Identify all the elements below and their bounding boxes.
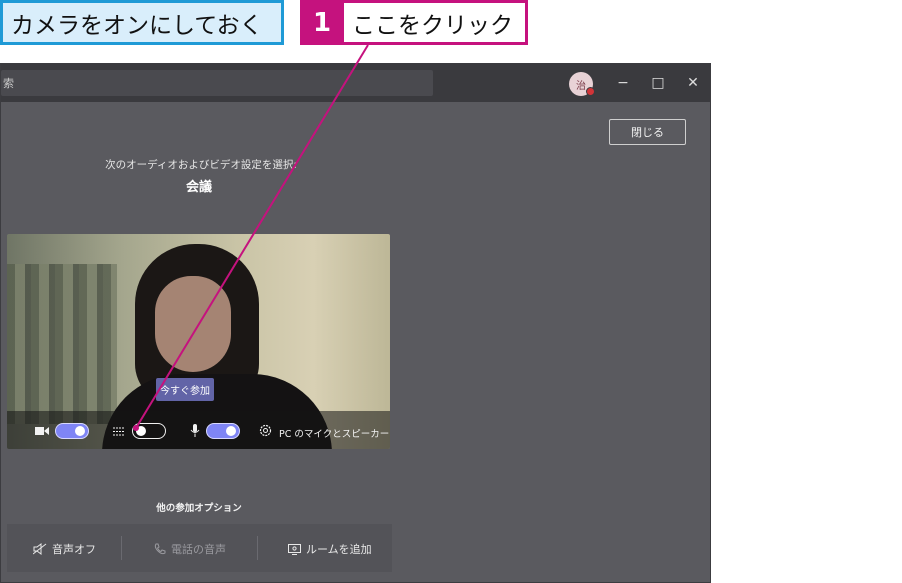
options-divider — [257, 536, 258, 560]
search-placeholder: 索 — [3, 77, 14, 90]
minimize-icon: − — [617, 75, 629, 91]
person-face — [155, 276, 231, 372]
video-preview — [7, 234, 390, 449]
speaker-off-icon — [33, 543, 47, 555]
instruction-callout: カメラをオンにしておく — [0, 0, 284, 45]
status-badge — [586, 87, 595, 96]
step-text: ここをクリック — [352, 12, 513, 39]
add-room-option[interactable]: ルームを追加 — [288, 541, 372, 557]
background-blur-toggle[interactable] — [132, 423, 166, 439]
minimize-button[interactable]: − — [612, 72, 634, 94]
background-blur-toggle-knob — [136, 426, 146, 436]
add-room-label: ルームを追加 — [306, 543, 372, 556]
camera-toggle-knob — [75, 426, 85, 436]
close-dialog-button[interactable]: 閉じる — [609, 119, 686, 145]
title-bar: 索 治 − □ ✕ — [1, 64, 710, 102]
background-curtain — [7, 264, 117, 424]
microphone-toggle[interactable] — [206, 423, 240, 439]
step-number-badge: 1 — [300, 0, 344, 45]
background-blur-icon — [113, 427, 124, 436]
close-dialog-label: 閉じる — [631, 126, 664, 139]
search-input[interactable]: 索 — [1, 70, 433, 96]
microphone-toggle-knob — [226, 426, 236, 436]
app-window: 索 治 − □ ✕ 閉じる 次のオーディオおよびビデオ設定を選択: 会議 今すぐ… — [0, 63, 711, 583]
phone-audio-label: 電話の音声 — [171, 543, 226, 556]
maximize-icon: □ — [651, 75, 665, 91]
camera-icon — [35, 427, 49, 435]
other-options-title: 他の参加オプション — [156, 503, 242, 514]
gear-icon[interactable] — [259, 424, 272, 437]
join-now-button[interactable]: 今すぐ参加 — [156, 378, 214, 401]
room-icon — [288, 543, 301, 555]
audio-off-option[interactable]: 音声オフ — [33, 541, 96, 557]
audio-off-label: 音声オフ — [52, 543, 96, 556]
step-callout: ここをクリック — [344, 0, 528, 45]
maximize-button[interactable]: □ — [647, 72, 669, 94]
device-settings-label[interactable]: PC のマイクとスピーカー — [279, 426, 389, 440]
avatar-initial: 治 — [576, 80, 586, 92]
close-icon: ✕ — [687, 75, 699, 91]
camera-toggle[interactable] — [55, 423, 89, 439]
instruction-text: カメラをオンにしておく — [11, 12, 263, 39]
close-window-button[interactable]: ✕ — [682, 72, 704, 94]
join-now-label: 今すぐ参加 — [160, 386, 210, 397]
settings-subtitle: 次のオーディオおよびビデオ設定を選択: — [105, 159, 297, 171]
meeting-title: 会議 — [185, 180, 212, 195]
phone-icon — [154, 543, 166, 555]
phone-audio-option[interactable]: 電話の音声 — [154, 541, 226, 557]
microphone-icon — [190, 424, 200, 437]
options-divider — [121, 536, 122, 560]
